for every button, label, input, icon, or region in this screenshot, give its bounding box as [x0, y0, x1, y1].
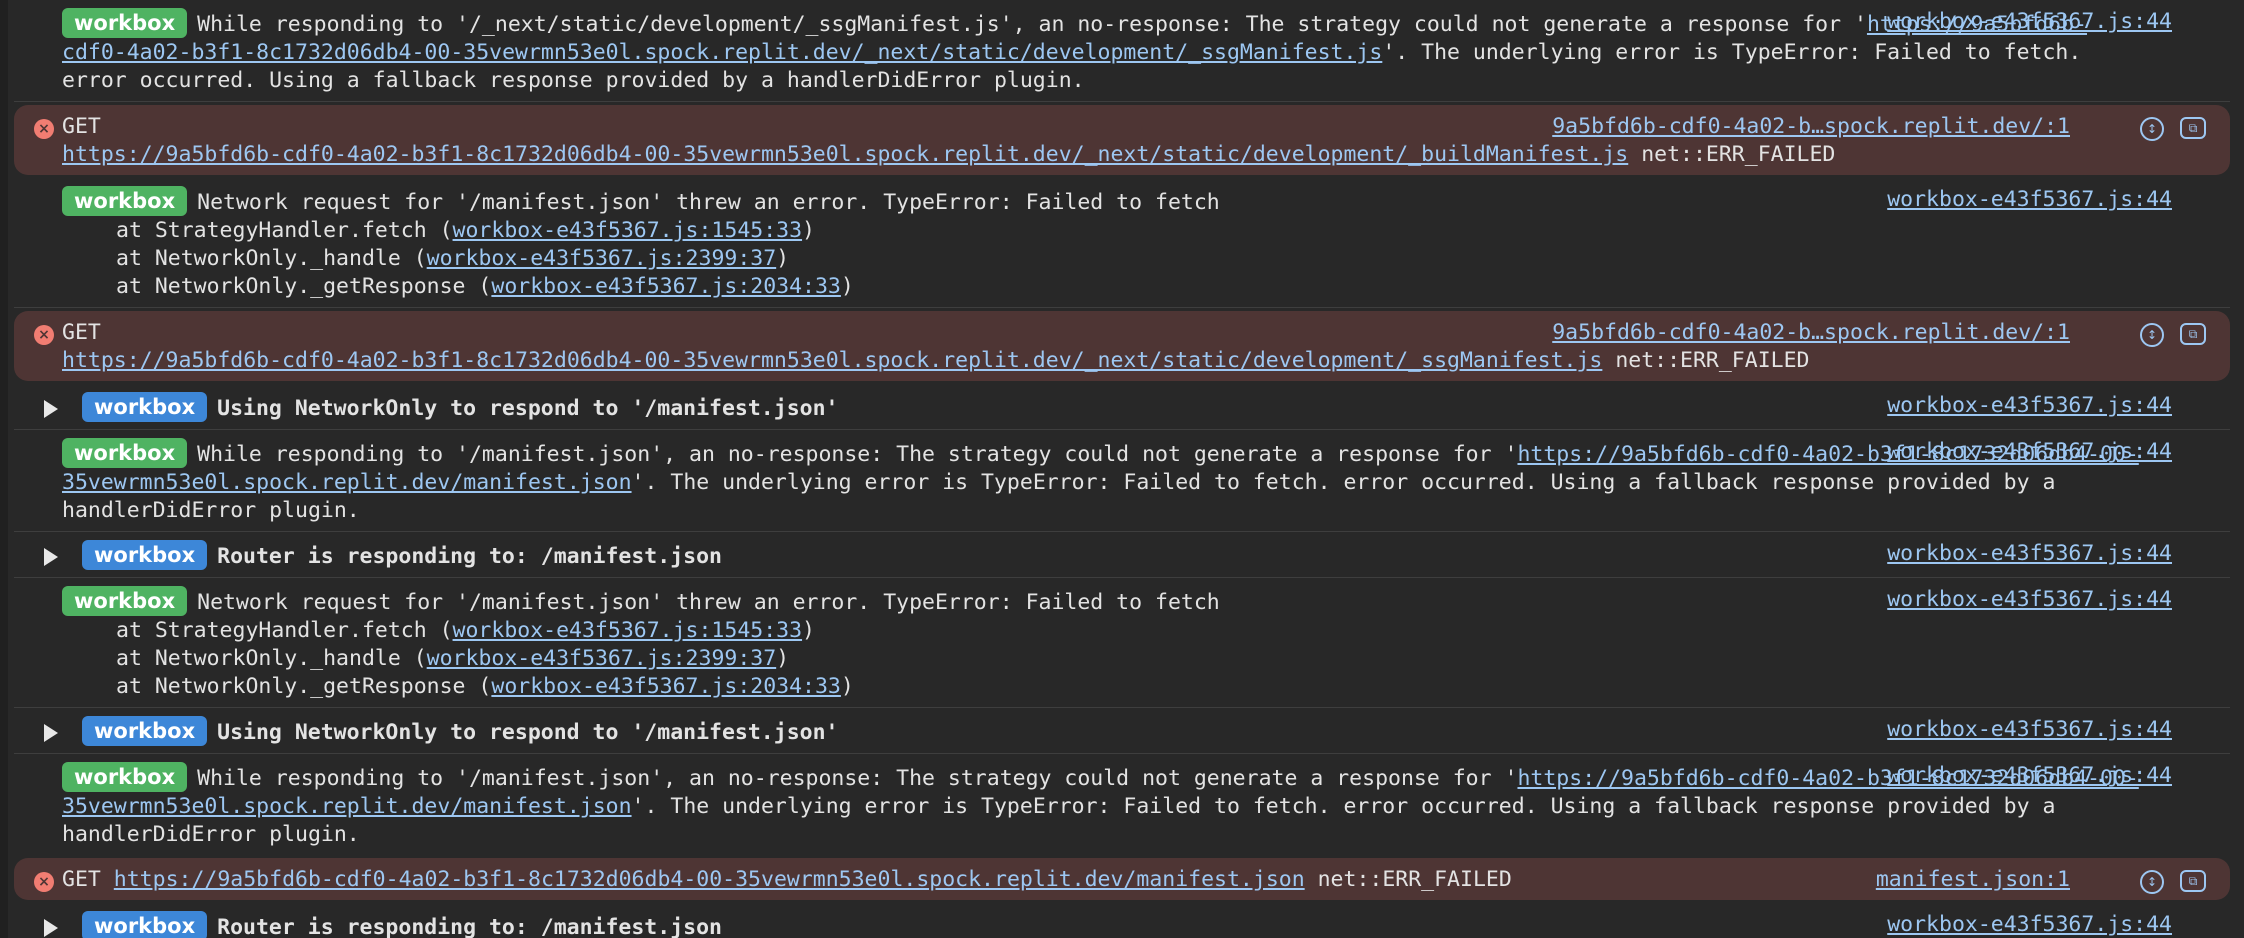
error-actions: ↕ ⧉	[2140, 117, 2206, 141]
stack-text: at NetworkOnly._handle (	[116, 646, 427, 671]
source-link[interactable]: workbox-e43f5367.js:44	[1887, 186, 2172, 214]
error-source-link[interactable]: 9a5bfd6b-cdf0-4a02-b…spock.replit.dev/:1	[1552, 319, 2070, 347]
source-link[interactable]: workbox-e43f5367.js:44	[1887, 762, 2172, 790]
source-link[interactable]: workbox-e43f5367.js:44	[1887, 8, 2172, 36]
error-method: GET	[62, 114, 101, 139]
console-message: workbox While responding to '/manifest.js…	[14, 430, 2230, 532]
stack-text: at NetworkOnly._getResponse (	[116, 274, 492, 299]
stack-link[interactable]: workbox-e43f5367.js:2034:33	[491, 274, 841, 299]
reveal-network-icon[interactable]: ↕	[2140, 117, 2164, 141]
copy-icon[interactable]: ⧉	[2180, 117, 2206, 139]
console-error: × GET https://9a5bfd6b-cdf0-4a02-b3f1-8c…	[14, 105, 2230, 175]
error-actions: ↕ ⧉	[2140, 323, 2206, 347]
stack-link[interactable]: workbox-e43f5367.js:2399:37	[427, 246, 777, 271]
stack-text: )	[840, 674, 854, 699]
console-error: × GET https://9a5bfd6b-cdf0-4a02-b3f1-8c…	[14, 311, 2230, 381]
workbox-badge: workbox	[82, 540, 208, 570]
message-text: While responding to '/manifest.json', an…	[197, 442, 1518, 467]
source-link[interactable]: workbox-e43f5367.js:44	[1887, 540, 2172, 568]
stack-text: at NetworkOnly._handle (	[116, 246, 427, 271]
stack-frame: at StrategyHandler.fetch (workbox-e43f53…	[62, 217, 2150, 245]
error-source-link[interactable]: 9a5bfd6b-cdf0-4a02-b…spock.replit.dev/:1	[1552, 113, 2070, 141]
group-title: Router is responding to: /manifest.json	[217, 915, 722, 938]
message-text: While responding to '/manifest.json', an…	[197, 766, 1518, 791]
stack-text: )	[776, 246, 790, 271]
stack-frame: at NetworkOnly._handle (workbox-e43f5367…	[62, 245, 2150, 273]
error-status: net::ERR_FAILED	[1641, 142, 1836, 167]
stack-text: at StrategyHandler.fetch (	[116, 218, 453, 243]
stack-text: )	[802, 218, 815, 243]
error-icon: ×	[34, 872, 54, 892]
source-link[interactable]: workbox-e43f5367.js:44	[1887, 911, 2172, 938]
source-link[interactable]: workbox-e43f5367.js:44	[1887, 586, 2172, 614]
console-group[interactable]: workbox Using NetworkOnly to respond to '…	[14, 708, 2230, 754]
console-message: workbox While responding to '/manifest.js…	[14, 754, 2230, 855]
workbox-badge: workbox	[62, 586, 188, 616]
stack-text: )	[802, 618, 815, 643]
error-status: net::ERR_FAILED	[1317, 867, 1512, 892]
console-group[interactable]: workbox Router is responding to: /manifes…	[14, 532, 2230, 578]
error-icon: ×	[34, 325, 54, 345]
console-panel: workbox While responding to '/_next/stati…	[0, 0, 2244, 938]
workbox-badge: workbox	[82, 716, 208, 746]
message-text: Network request for '/manifest.json' thr…	[197, 590, 1220, 615]
workbox-badge: workbox	[62, 186, 188, 216]
reveal-network-icon[interactable]: ↕	[2140, 323, 2164, 347]
error-actions: ↕ ⧉	[2140, 870, 2206, 894]
workbox-badge: workbox	[62, 8, 188, 38]
error-status: net::ERR_FAILED	[1615, 348, 1810, 373]
error-url-link[interactable]: https://9a5bfd6b-cdf0-4a02-b3f1-8c1732d0…	[62, 142, 1628, 167]
error-icon: ×	[34, 119, 54, 139]
console-gutter	[0, 0, 8, 938]
stack-link[interactable]: workbox-e43f5367.js:2399:37	[427, 646, 777, 671]
stack-link[interactable]: workbox-e43f5367.js:2034:33	[491, 674, 841, 699]
stack-frame: at NetworkOnly._getResponse (workbox-e43…	[62, 273, 2150, 301]
expand-triangle-icon[interactable]	[44, 724, 58, 742]
error-method: GET	[62, 867, 101, 892]
console-group[interactable]: workbox Router is responding to: /manifes…	[14, 903, 2230, 938]
message-text: While responding to '/_next/static/devel…	[197, 12, 1867, 37]
workbox-badge: workbox	[82, 392, 208, 422]
stack-link[interactable]: workbox-e43f5367.js:1545:33	[453, 618, 803, 643]
copy-icon[interactable]: ⧉	[2180, 870, 2206, 892]
workbox-badge: workbox	[82, 911, 208, 938]
workbox-badge: workbox	[62, 762, 188, 792]
stack-frame: at NetworkOnly._getResponse (workbox-e43…	[62, 673, 2150, 701]
stack-frame: at NetworkOnly._handle (workbox-e43f5367…	[62, 645, 2150, 673]
message-text: Network request for '/manifest.json' thr…	[197, 190, 1220, 215]
console-error: × GET https://9a5bfd6b-cdf0-4a02-b3f1-8c…	[14, 858, 2230, 900]
group-title: Router is responding to: /manifest.json	[217, 544, 722, 569]
console-group[interactable]: workbox Using NetworkOnly to respond to '…	[14, 384, 2230, 430]
error-method: GET	[62, 320, 101, 345]
console-message: workbox While responding to '/_next/stati…	[14, 0, 2230, 102]
source-link[interactable]: workbox-e43f5367.js:44	[1887, 716, 2172, 744]
expand-triangle-icon[interactable]	[44, 919, 58, 937]
stack-text: )	[776, 646, 790, 671]
group-title: Using NetworkOnly to respond to '/manife…	[217, 720, 839, 745]
error-url-link[interactable]: https://9a5bfd6b-cdf0-4a02-b3f1-8c1732d0…	[62, 348, 1602, 373]
source-link[interactable]: workbox-e43f5367.js:44	[1887, 392, 2172, 420]
error-source-link[interactable]: manifest.json:1	[1876, 866, 2070, 894]
console-message: workbox Network request for '/manifest.js…	[14, 178, 2230, 308]
expand-triangle-icon[interactable]	[44, 548, 58, 566]
expand-triangle-icon[interactable]	[44, 400, 58, 418]
stack-text: at NetworkOnly._getResponse (	[116, 674, 492, 699]
reveal-network-icon[interactable]: ↕	[2140, 870, 2164, 894]
copy-icon[interactable]: ⧉	[2180, 323, 2206, 345]
error-url-link[interactable]: https://9a5bfd6b-cdf0-4a02-b3f1-8c1732d0…	[114, 867, 1305, 892]
stack-frame: at StrategyHandler.fetch (workbox-e43f53…	[62, 617, 2150, 645]
source-link[interactable]: workbox-e43f5367.js:44	[1887, 438, 2172, 466]
workbox-badge: workbox	[62, 438, 188, 468]
console-message: workbox Network request for '/manifest.js…	[14, 578, 2230, 708]
stack-link[interactable]: workbox-e43f5367.js:1545:33	[453, 218, 803, 243]
group-title: Using NetworkOnly to respond to '/manife…	[217, 396, 839, 421]
stack-text: at StrategyHandler.fetch (	[116, 618, 453, 643]
stack-text: )	[840, 274, 854, 299]
